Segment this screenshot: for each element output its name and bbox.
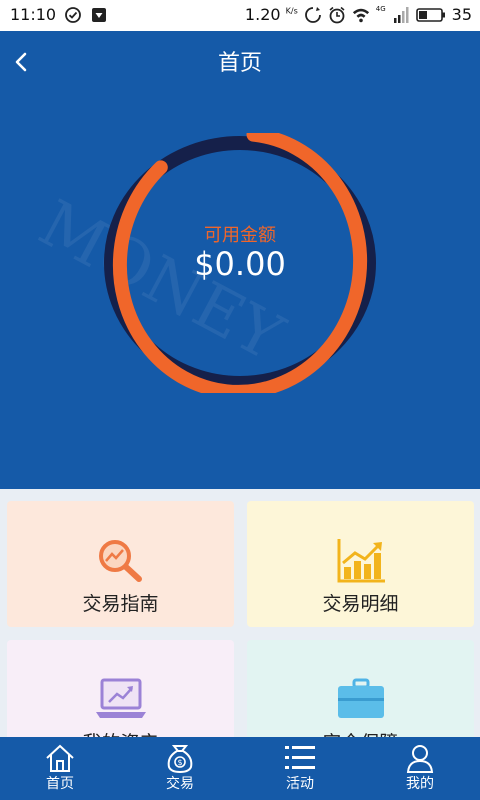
status-time: 11:10 — [10, 5, 57, 24]
wifi-icon — [352, 8, 369, 22]
status-bar: 11:10 1.20 K/s 4G 35 — [0, 0, 480, 31]
battery-icon — [415, 7, 445, 22]
home-icon — [46, 744, 74, 772]
bar-chart-icon — [337, 539, 385, 583]
function-grid: 交易指南 交易明细 我的资产 安全保障 — [0, 489, 480, 766]
network-type: 4G — [375, 4, 386, 13]
briefcase-icon — [337, 678, 384, 718]
transaction-details-card[interactable]: 交易明细 — [247, 501, 474, 627]
money-bag-icon: $ — [167, 745, 193, 773]
network-speed-unit: K/s — [285, 6, 298, 16]
trading-guide-card[interactable]: 交易指南 — [7, 501, 234, 627]
bottom-tab-bar: 首页 $ 交易 活动 我的 — [0, 737, 480, 800]
network-speed-value: 1.20 — [244, 5, 281, 24]
svg-text:$: $ — [177, 758, 182, 767]
battery-level: 35 — [451, 5, 472, 24]
available-balance-value: $0.00 — [194, 245, 286, 283]
trading-guide-label: 交易指南 — [82, 593, 159, 615]
magnifier-chart-icon — [98, 540, 142, 582]
network-speed: 1.20 K/s — [245, 5, 298, 24]
sync-icon — [304, 6, 321, 23]
transaction-details-label: 交易明细 — [322, 593, 399, 615]
laptop-chart-icon — [95, 678, 146, 718]
tab-activity[interactable]: 活动 — [240, 737, 360, 800]
alarm-icon — [329, 6, 345, 23]
check-circle-icon — [65, 6, 82, 23]
available-balance-label: 可用金额 — [204, 225, 276, 246]
page-title: 首页 — [217, 51, 262, 76]
tab-activity-label: 活动 — [286, 776, 314, 792]
tab-mine-label: 我的 — [406, 776, 434, 792]
navigation-bar: 首页 — [0, 31, 480, 93]
tab-trade[interactable]: $ 交易 — [120, 737, 240, 800]
list-icon — [285, 746, 315, 769]
user-icon — [406, 745, 434, 773]
balance-hero: MONEY 首页 可用金额 $0.00 — [0, 31, 480, 489]
tab-trade-label: 交易 — [166, 776, 194, 792]
signal-icon — [393, 6, 409, 23]
tab-home[interactable]: 首页 — [0, 737, 120, 800]
tab-mine[interactable]: 我的 — [360, 737, 480, 800]
shield-icon — [92, 7, 107, 22]
tab-home-label: 首页 — [46, 776, 74, 792]
